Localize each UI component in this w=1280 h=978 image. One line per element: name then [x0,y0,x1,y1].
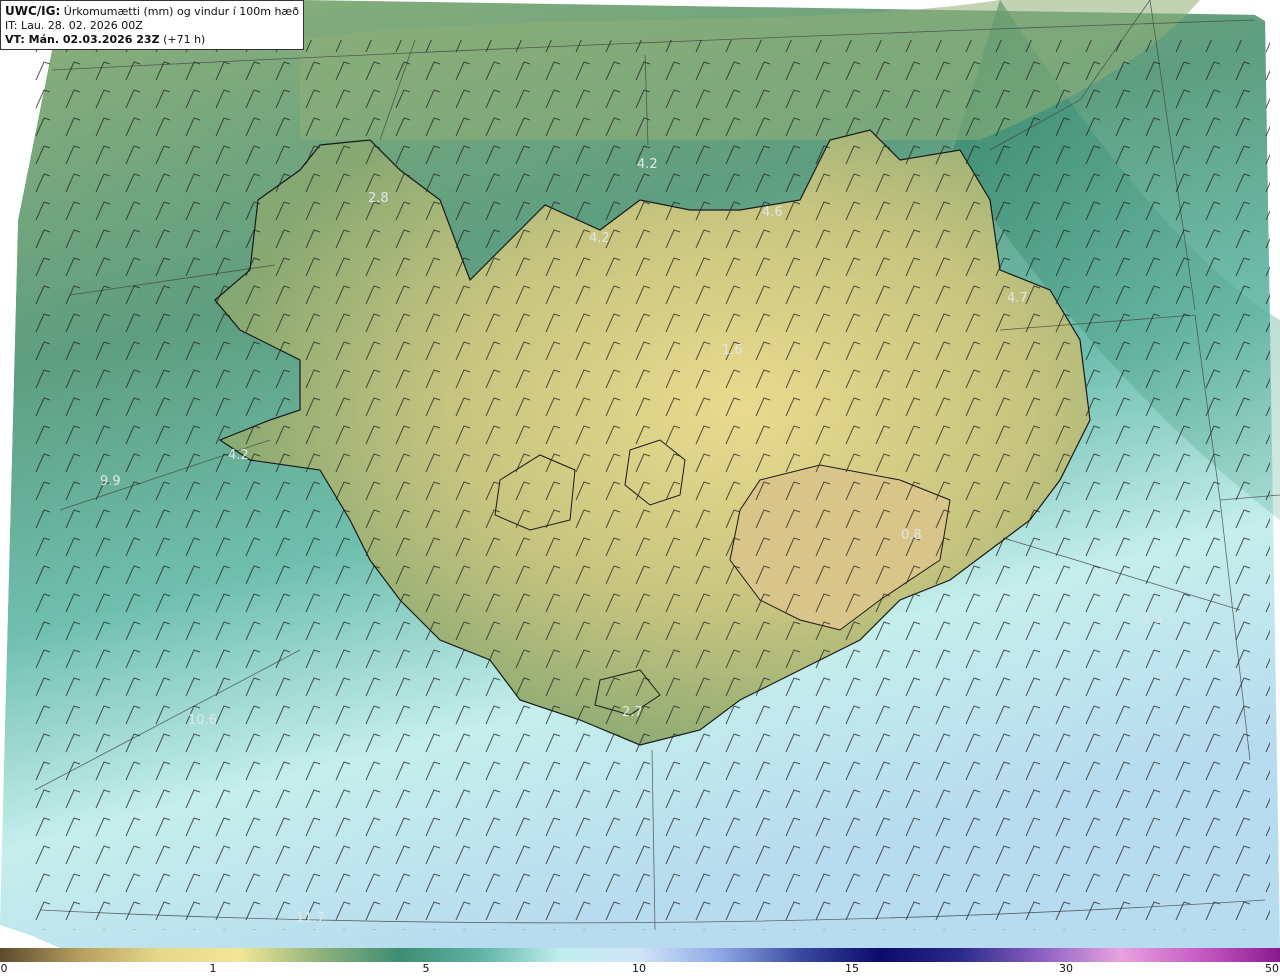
value-label: 11.7 [296,911,325,926]
colorbar-tick-label: 10 [632,962,646,975]
colorbar-tick-label: 0 [0,962,8,975]
value-label: 1.6 [722,343,743,358]
colorbar-tick-label: 30 [1059,962,1073,975]
value-label: 4.2 [228,448,249,463]
map-header: UWC/IG: Úrkomumætti (mm) og vindur í 100… [0,0,304,50]
value-label: 4.5 [1142,612,1163,627]
colorbar-tick-label: 50 [1265,962,1279,975]
colorbar-tick-label: 1 [209,962,217,975]
value-label: 0.8 [901,528,922,543]
title-description: Úrkomumætti (mm) og vindur í 100m hæð [63,5,299,18]
value-label: 2.8 [368,191,389,206]
value-label: 4.2 [589,231,610,246]
colorbar-tick-label: 5 [422,962,430,975]
lead-time: (+71 h) [163,33,206,46]
valid-time: VT: Mán. 02.03.2026 23Z [5,33,160,46]
valid-time-line: VT: Mán. 02.03.2026 23Z (+71 h) [5,33,299,47]
colorbar-ticks: 0 1 5 10 15 30 50 [0,962,1280,978]
value-label: 9.9 [100,474,121,489]
value-label: 4.6 [762,205,783,220]
title-line: UWC/IG: Úrkomumætti (mm) og vindur í 100… [5,4,299,19]
wind-barbs-field [20,40,1270,930]
value-label: 2.7 [622,705,643,720]
value-label: 10.6 [188,713,217,728]
colorbar [0,948,1280,962]
value-label: 4.7 [1007,291,1028,306]
precipitation-wind-map: 4.2 2.8 4.6 4.2 4.7 1.6 4.2 9.9 0.8 4.5 … [0,0,1280,948]
colorbar-tick-label: 15 [845,962,859,975]
init-time: IT: Lau. 28. 02. 2026 00Z [5,19,143,32]
value-label: 4.2 [637,157,658,172]
model-code: UWC/IG: [5,4,61,18]
